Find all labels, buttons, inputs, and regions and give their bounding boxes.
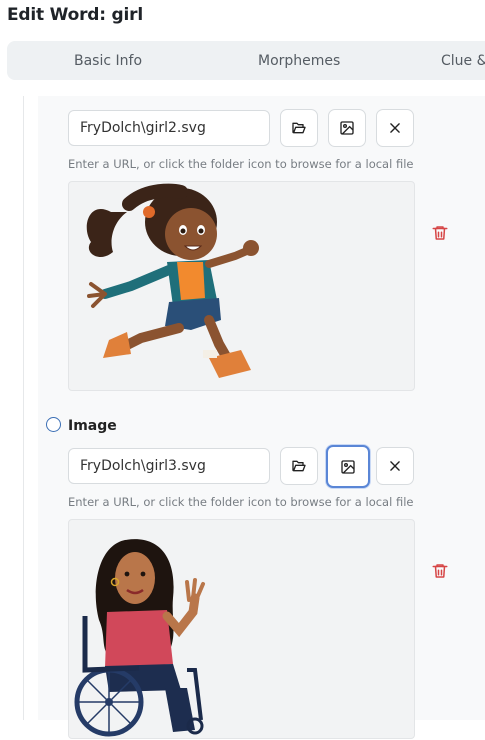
tab-morphemes[interactable]: Morphemes (258, 53, 340, 69)
girl-running-illustration (86, 183, 259, 378)
browse-folder-button[interactable] (280, 109, 318, 147)
clear-path-button[interactable] (376, 109, 414, 147)
tab-clue[interactable]: Clue & (441, 53, 485, 69)
primary-image-radio[interactable] (46, 417, 61, 432)
page-title: Edit Word: girl (7, 5, 143, 25)
preview-image-button[interactable] (328, 109, 366, 147)
clear-path-button[interactable] (376, 447, 414, 485)
image-preview (68, 181, 415, 391)
image-path-hint: Enter a URL, or click the folder icon to… (68, 157, 414, 171)
tab-basic-info[interactable]: Basic Info (74, 53, 142, 69)
image-path-input[interactable]: FryDolch\girl2.svg (68, 110, 270, 146)
image-path-hint: Enter a URL, or click the folder icon to… (68, 495, 414, 509)
image-preview (68, 519, 415, 739)
close-icon (390, 461, 400, 471)
image-label: Image (68, 418, 117, 434)
trash-icon[interactable] (431, 562, 449, 580)
close-icon (390, 123, 400, 133)
folder-open-icon (292, 122, 306, 134)
image-icon (341, 459, 355, 474)
folder-open-icon (292, 460, 306, 472)
image-path-input[interactable]: FryDolch\girl3.svg (68, 448, 270, 484)
image-icon (340, 121, 354, 135)
preview-image-button[interactable] (326, 445, 370, 488)
browse-folder-button[interactable] (280, 447, 318, 485)
girl-wheelchair-illustration (74, 539, 205, 737)
trash-icon[interactable] (431, 224, 449, 242)
tab-bar: Basic Info Morphemes Clue & (7, 41, 485, 80)
